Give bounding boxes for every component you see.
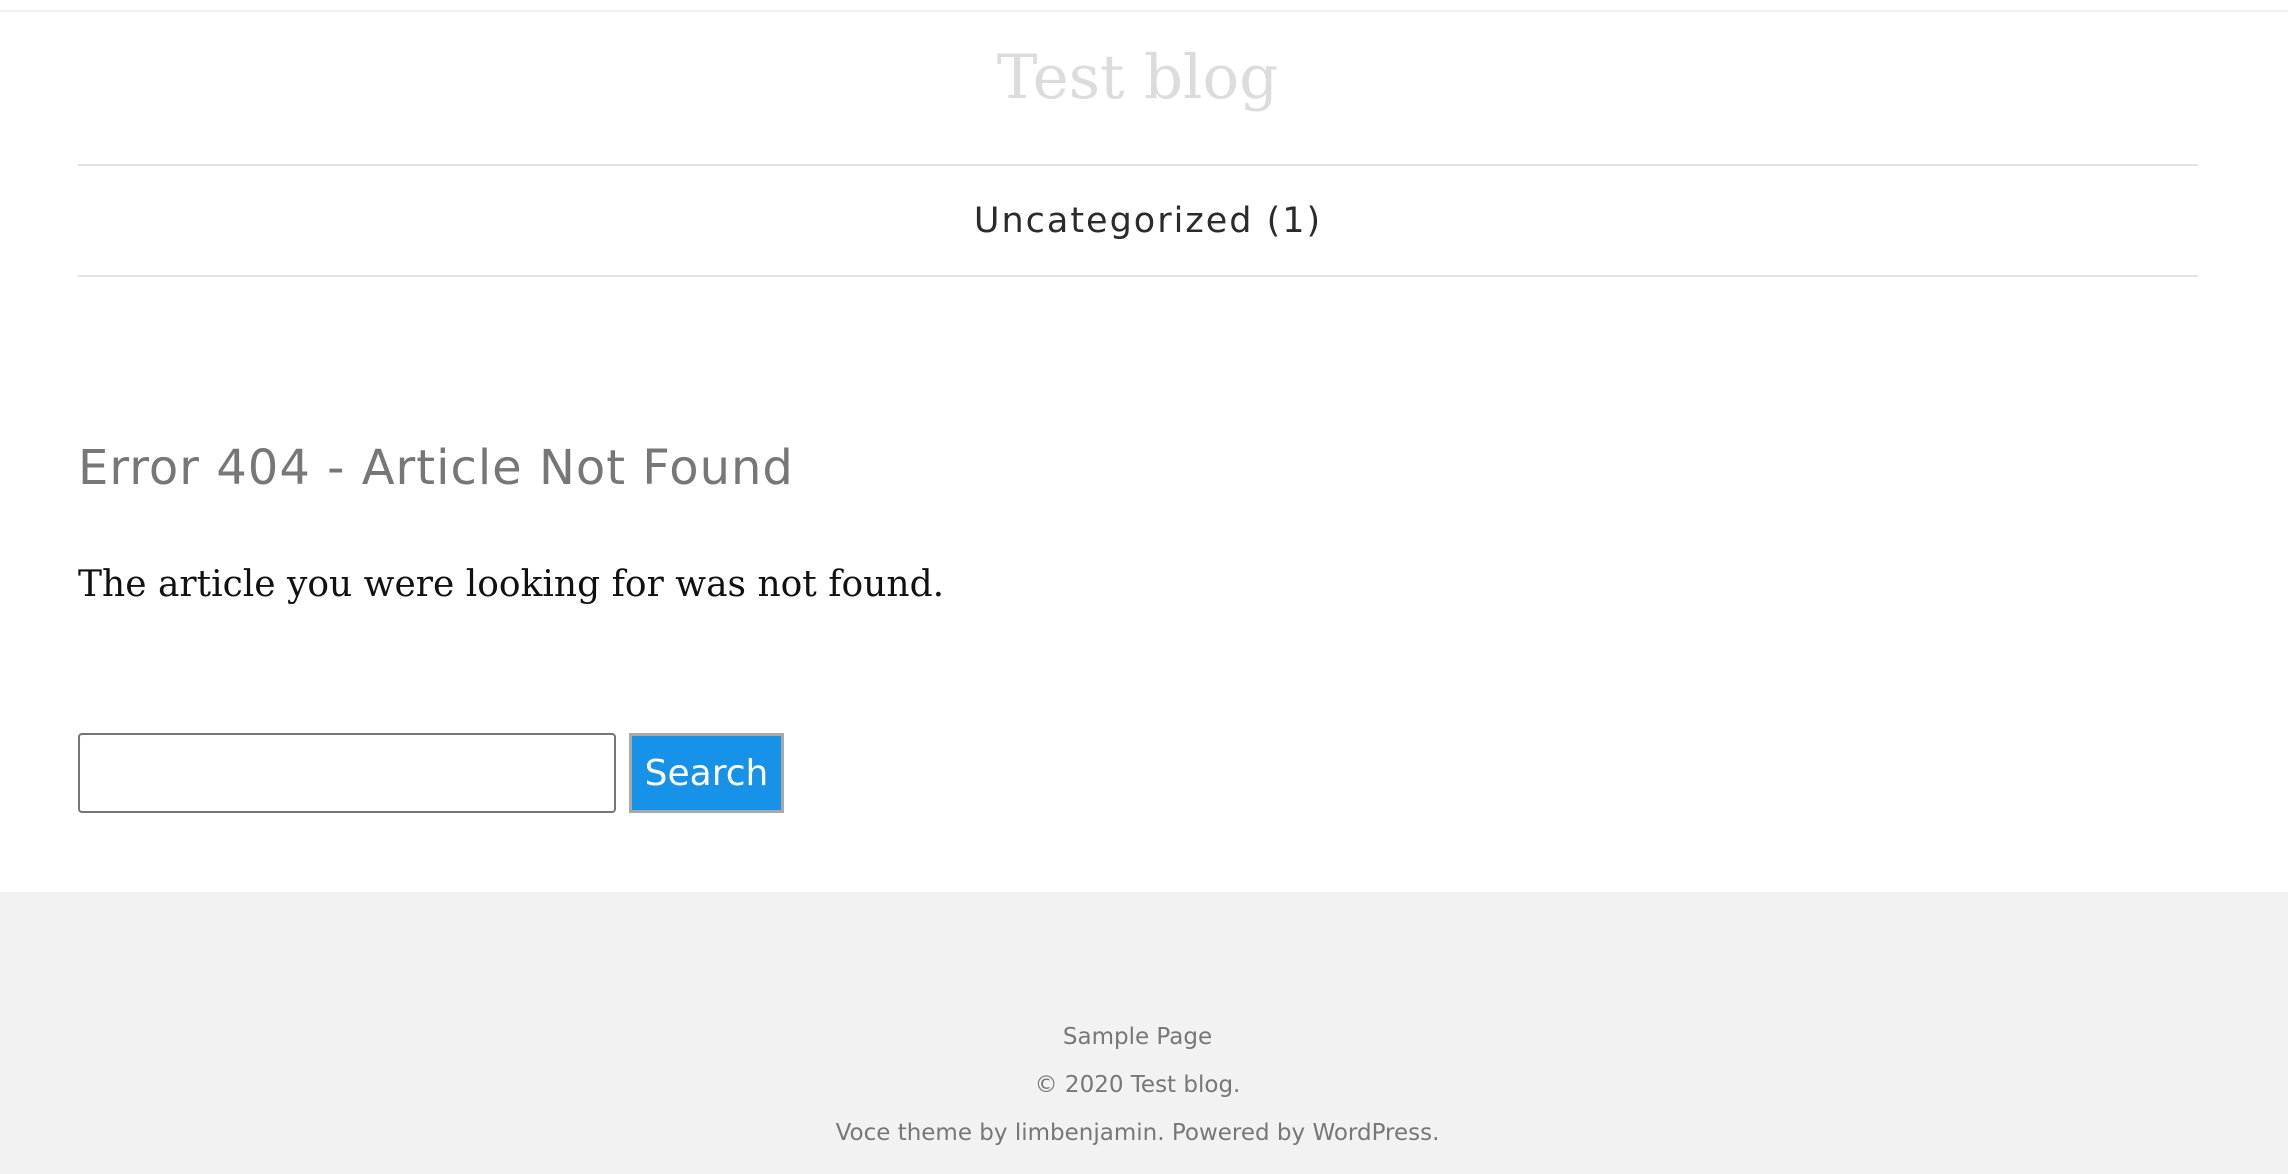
- nav-item-uncategorized[interactable]: Uncategorized (1): [78, 166, 2198, 275]
- footer-link-sample-page[interactable]: Sample Page: [1063, 1024, 1212, 1050]
- wordpress-link[interactable]: WordPress: [1312, 1120, 1432, 1146]
- credit-suffix: .: [1432, 1120, 1440, 1146]
- top-border: [0, 0, 2288, 12]
- footer-credit: Voce theme by limbenjamin. Powered by Wo…: [0, 1116, 2275, 1150]
- category-nav: Uncategorized (1): [78, 164, 2198, 277]
- footer-copyright: © 2020 Test blog.: [1034, 1072, 1241, 1098]
- credit-prefix: Voce theme by: [835, 1120, 1015, 1146]
- page-title: Error 404 - Article Not Found: [78, 440, 794, 496]
- credit-middle: . Powered by: [1157, 1120, 1313, 1146]
- search-input[interactable]: [78, 733, 616, 813]
- site-title[interactable]: Test blog: [0, 38, 2275, 118]
- footer-menu: Sample Page: [0, 1020, 2275, 1054]
- theme-author-link[interactable]: limbenjamin: [1015, 1120, 1157, 1146]
- footer: Sample Page © 2020 Test blog. Voce theme…: [0, 892, 2288, 1174]
- search-button[interactable]: Search: [629, 733, 784, 813]
- error-message: The article you were looking for was not…: [78, 564, 945, 605]
